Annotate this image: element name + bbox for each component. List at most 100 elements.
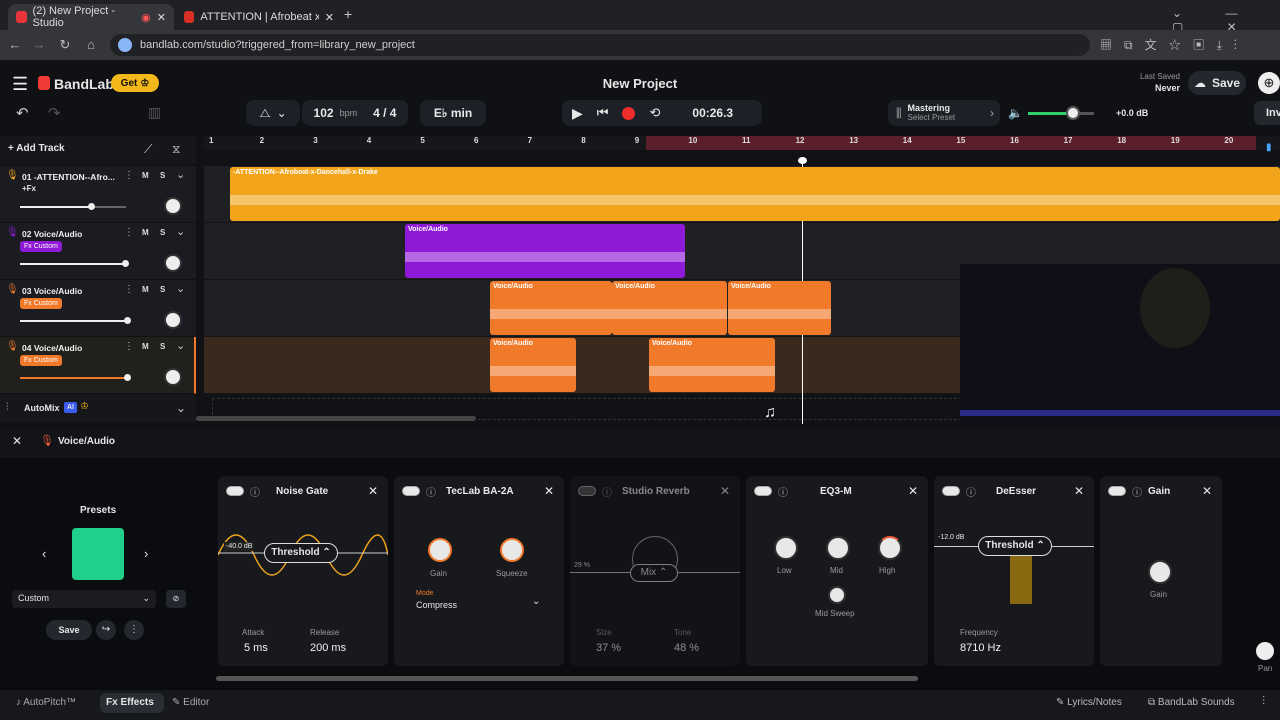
loop-region[interactable]	[646, 136, 1256, 150]
close-icon[interactable]: ✕	[1074, 484, 1084, 498]
pan-knob[interactable]	[164, 368, 182, 386]
close-icon[interactable]: ✕	[720, 484, 730, 498]
chevron-down-icon[interactable]: ⌄	[176, 401, 186, 415]
eq-toggle[interactable]	[754, 486, 772, 496]
redo-icon[interactable]: ↷	[48, 104, 61, 122]
solo-button[interactable]: S	[160, 228, 165, 237]
undo-icon[interactable]: ↶	[16, 104, 29, 122]
master-volume-handle[interactable]	[1066, 106, 1080, 120]
threshold-control[interactable]: Threshold ⌃	[264, 543, 338, 563]
audio-clip[interactable]: Voice/Audio	[728, 281, 831, 335]
track-name[interactable]: 02 Voice/Audio	[22, 229, 82, 239]
skip-back-icon[interactable]: ⏮	[597, 105, 609, 121]
squeeze-knob[interactable]	[500, 538, 524, 562]
close-icon[interactable]: ✕	[1202, 484, 1212, 498]
info-icon[interactable]: ⓘ	[426, 484, 436, 499]
gain-toggle[interactable]	[1108, 486, 1126, 496]
metronome-button[interactable]: ⧍ ⌄	[246, 100, 300, 126]
track-volume-slider[interactable]	[20, 377, 126, 379]
key-button[interactable]: E♭ min	[420, 100, 486, 126]
audio-clip[interactable]: Voice/Audio	[612, 281, 727, 335]
forward-icon[interactable]: →	[30, 36, 48, 54]
reload-icon[interactable]: ↻	[56, 36, 74, 54]
track-fx-badge[interactable]: Fx Custom	[20, 298, 62, 309]
info-icon[interactable]: ⓘ	[602, 484, 612, 499]
tempo-signature-control[interactable]: 102 bpm 4 / 4	[302, 100, 408, 126]
info-icon[interactable]: ⓘ	[1132, 484, 1142, 499]
mastering-button[interactable]: ⫼ Mastering Select Preset ›	[888, 100, 1000, 126]
wand-icon[interactable]: ⟋	[144, 142, 152, 157]
close-icon[interactable]: ✕	[12, 434, 22, 448]
add-music-icon[interactable]: ♫	[764, 404, 776, 422]
save-button[interactable]: ☁ Save	[1188, 71, 1246, 95]
eq-low-knob[interactable]	[774, 536, 798, 560]
mute-button[interactable]: M	[142, 285, 149, 294]
pan-knob[interactable]	[164, 197, 182, 215]
solo-button[interactable]: S	[160, 285, 165, 294]
get-membership-button[interactable]: Get ♔	[111, 74, 159, 92]
collapse-icon[interactable]: ⧖	[172, 142, 180, 157]
track-header[interactable]: 🎙 02 Voice/Audio ⋮ M S ⌄ Fx Custom	[0, 223, 196, 280]
chevron-down-icon[interactable]: ⌄	[532, 596, 540, 607]
track-name[interactable]: 01 -ATTENTION--Afro...	[22, 172, 115, 182]
tab-close-icon[interactable]: ✕	[157, 11, 166, 24]
speaker-icon[interactable]: 🔈	[1008, 106, 1023, 120]
site-info-icon[interactable]	[118, 38, 132, 52]
mix-control[interactable]: Mix ⌃	[630, 564, 678, 582]
mid-sweep-knob[interactable]	[828, 586, 846, 604]
teclab-toggle[interactable]	[402, 486, 420, 496]
track-name[interactable]: 04 Voice/Audio	[22, 343, 82, 353]
sounds-tab[interactable]: ⧉ BandLab Sounds	[1148, 697, 1235, 708]
horizontal-scrollbar[interactable]	[196, 416, 476, 421]
preset-select[interactable]: Custom ⌄	[12, 590, 156, 608]
chevron-down-icon[interactable]: ⌄	[176, 168, 185, 181]
release-value[interactable]: 200 ms	[310, 642, 346, 654]
deesser-toggle[interactable]	[942, 486, 960, 496]
pan-knob[interactable]	[164, 254, 182, 272]
mode-value[interactable]: Compress	[416, 600, 457, 610]
noise-gate-toggle[interactable]	[226, 486, 244, 496]
time-signature[interactable]: 4 / 4	[373, 106, 396, 120]
volume-handle[interactable]	[122, 260, 129, 267]
audio-clip[interactable]: Voice/Audio	[649, 338, 775, 392]
track-header[interactable]: 🎙 04 Voice/Audio ⋮ M S ⌄ Fx Custom	[0, 337, 196, 394]
track-header[interactable]: 🎙 01 -ATTENTION--Afro... ⋮ M S ⌄ +Fx	[0, 166, 196, 223]
tab-youtube[interactable]: ATTENTION | Afrobeat x Da ✕	[176, 4, 342, 30]
close-icon[interactable]: ✕	[368, 484, 378, 498]
mixer-icon[interactable]: ▥	[148, 104, 168, 122]
tone-value[interactable]: 48 %	[674, 642, 699, 654]
track-volume-slider[interactable]	[20, 206, 126, 208]
info-icon[interactable]: ⓘ	[250, 484, 260, 499]
solo-button[interactable]: S	[160, 342, 165, 351]
track-volume-slider[interactable]	[20, 320, 126, 322]
master-volume-slider[interactable]	[1028, 112, 1094, 115]
audio-clip[interactable]: Voice/Audio	[490, 281, 612, 335]
track-header[interactable]: 🎙 03 Voice/Audio ⋮ M S ⌄ Fx Custom	[0, 280, 196, 337]
effects-tab[interactable]: Fx Effects	[100, 693, 164, 713]
sliders-icon[interactable]: ⫶	[1262, 694, 1265, 709]
frequency-value[interactable]: 8710 Hz	[960, 642, 1001, 654]
mute-button[interactable]: M	[142, 171, 149, 180]
track-fx-badge[interactable]: Fx Custom	[20, 355, 62, 366]
fx-scrollbar[interactable]	[216, 676, 918, 681]
back-icon[interactable]: ←	[6, 36, 24, 54]
automix-row[interactable]: ⫶ AutoMix AI ♔ ⌄	[0, 394, 196, 422]
pan-knob[interactable]	[164, 311, 182, 329]
new-tab-icon[interactable]: +	[344, 6, 352, 22]
info-icon[interactable]: ⓘ	[966, 484, 976, 499]
pan-knob[interactable]	[1256, 642, 1274, 660]
add-track-button[interactable]: + Add Track	[8, 143, 65, 154]
play-icon[interactable]: ▶	[572, 105, 583, 122]
lyrics-tab[interactable]: ✎ Lyrics/Notes	[1056, 697, 1122, 708]
address-bar[interactable]: bandlab.com/studio?triggered_from=librar…	[110, 34, 1090, 56]
autopitch-tab[interactable]: ♪ AutoPitch™	[16, 697, 76, 708]
mute-button[interactable]: M	[142, 342, 149, 351]
chevron-down-icon[interactable]: ⌄	[176, 225, 185, 238]
track-fx-badge[interactable]: Fx Custom	[20, 241, 62, 252]
marker-icon[interactable]: ▮	[1266, 142, 1276, 153]
volume-handle[interactable]	[124, 374, 131, 381]
deesser-threshold-control[interactable]: Threshold ⌃	[978, 536, 1052, 556]
reverb-toggle[interactable]	[578, 486, 596, 496]
invite-button[interactable]: Inv	[1254, 101, 1280, 125]
chevron-down-icon[interactable]: ⌄	[176, 339, 185, 352]
